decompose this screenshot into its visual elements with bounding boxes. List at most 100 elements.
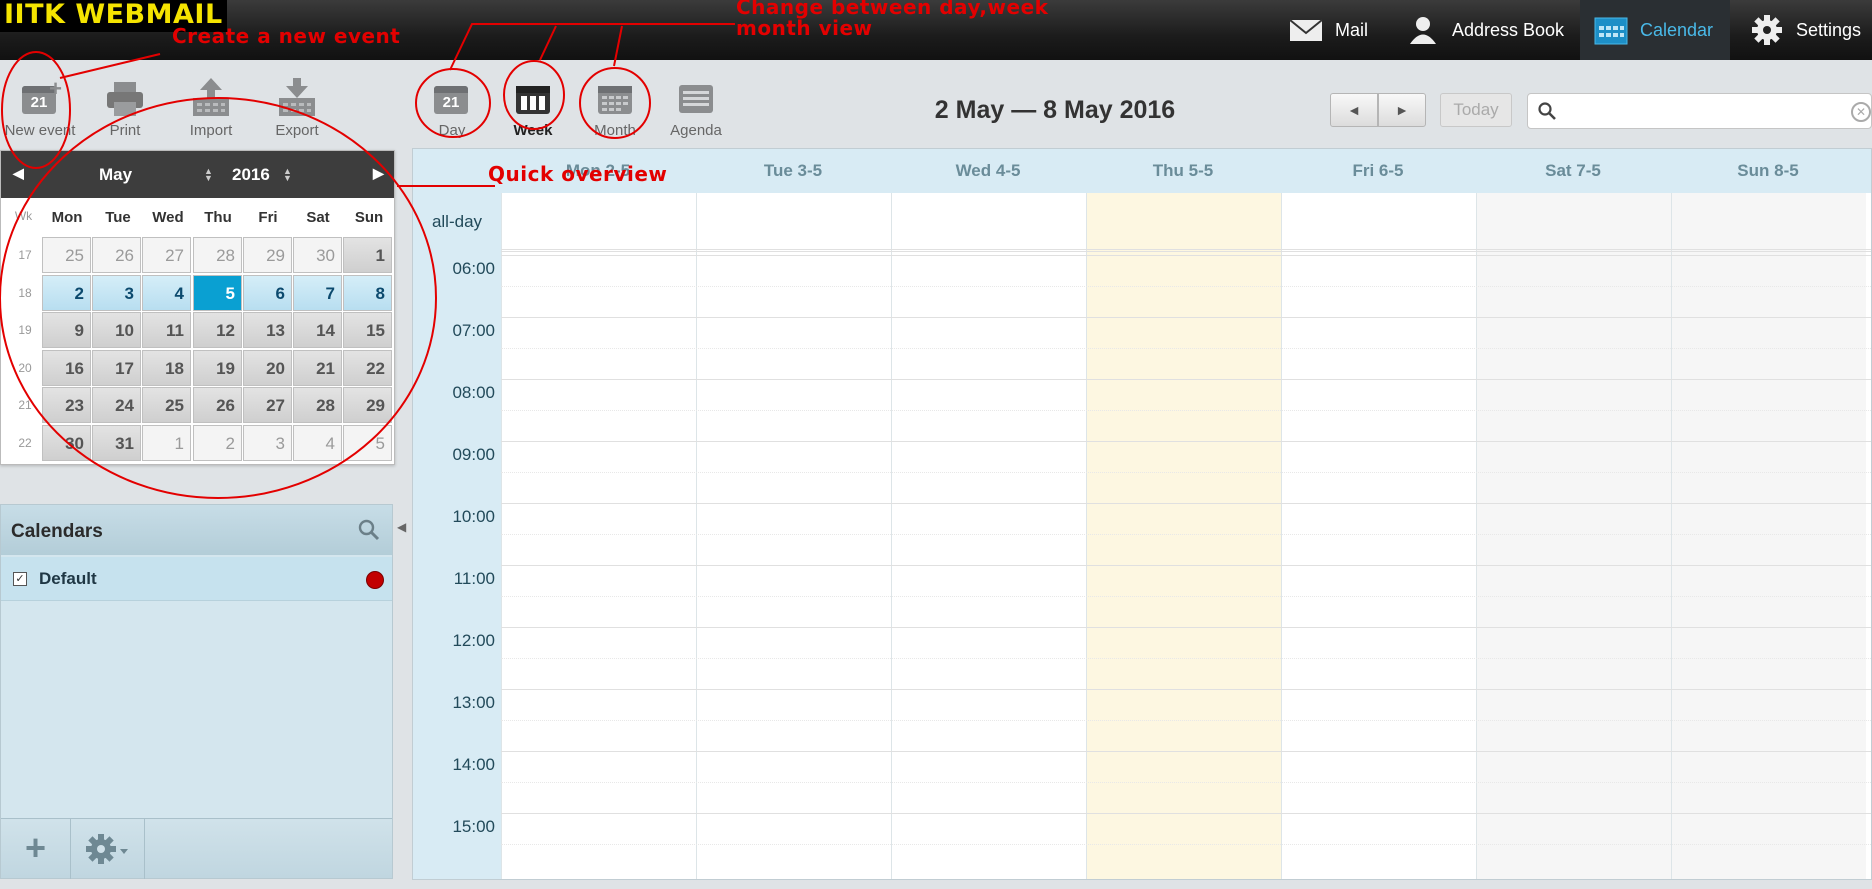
mini-calendar-day[interactable]: 5 [343, 425, 392, 461]
mini-calendar-day[interactable]: 28 [293, 387, 342, 424]
mini-calendar-day[interactable]: 1 [343, 237, 392, 273]
week-number: 20 [18, 360, 32, 375]
day-column[interactable] [1476, 193, 1671, 879]
previous-button[interactable]: ◄ [1330, 93, 1378, 127]
nav-calendar[interactable]: Calendar [1580, 0, 1730, 60]
mini-calendar-day[interactable]: 5 [193, 274, 242, 311]
day-header[interactable]: Sat 7-5 [1476, 161, 1670, 181]
day-column[interactable] [696, 193, 891, 879]
calendar-checkbox[interactable]: ✓ [13, 572, 27, 586]
day-column[interactable] [891, 193, 1086, 879]
mini-calendar-day[interactable]: 12 [193, 312, 242, 349]
calendar-name: Default [39, 569, 97, 588]
time-label: 08:00 [452, 383, 495, 402]
mini-calendar-day[interactable]: 16 [42, 349, 91, 386]
mini-calendar-day[interactable]: 26 [92, 237, 141, 273]
mini-calendar-day[interactable]: 4 [142, 274, 191, 311]
day-header[interactable]: Tue 3-5 [696, 161, 890, 181]
mini-calendar-day[interactable]: 19 [193, 349, 242, 386]
mini-calendar-day[interactable]: 18 [142, 349, 191, 386]
mini-year-select[interactable]: 2016 [232, 165, 270, 185]
collapse-sidebar-icon[interactable]: ◀ [397, 520, 409, 540]
mini-calendar-day[interactable]: 31 [92, 425, 141, 461]
mini-calendar-day[interactable]: 3 [92, 274, 141, 311]
mini-calendar-day[interactable]: 2 [193, 425, 242, 461]
mini-calendar-day[interactable]: 25 [42, 237, 91, 273]
grid-line [501, 249, 1871, 250]
mini-calendar-day[interactable]: 11 [142, 312, 191, 349]
day-column[interactable] [1086, 193, 1281, 879]
half-hour-line [501, 596, 1871, 597]
mini-calendar-day[interactable]: 27 [243, 387, 292, 424]
month-view-label: Month [594, 122, 636, 139]
mini-prev-month-icon[interactable]: ◀ [13, 165, 24, 182]
hour-line [501, 565, 1871, 566]
mini-calendar-day[interactable]: 6 [243, 274, 292, 311]
clear-search-icon[interactable]: ✕ [1851, 102, 1871, 122]
export-button[interactable]: Export [257, 78, 337, 139]
next-button[interactable]: ► [1378, 93, 1426, 127]
calendars-panel: Calendars ✓ Default + [0, 504, 393, 879]
mini-month-select[interactable]: May [99, 165, 132, 185]
day-header[interactable]: Thu 5-5 [1086, 161, 1280, 181]
day-header[interactable]: Wed 4-5 [891, 161, 1085, 181]
day-column[interactable] [1281, 193, 1476, 879]
hour-line [501, 689, 1871, 690]
month-view-icon [595, 78, 635, 118]
today-button[interactable]: Today [1440, 93, 1512, 127]
day-column[interactable] [1671, 193, 1866, 879]
day-view-button[interactable]: 21 Day [412, 78, 492, 139]
nav-address-book-label: Address Book [1452, 19, 1565, 40]
import-button[interactable]: Import [171, 78, 251, 139]
mini-calendar-day[interactable]: 7 [293, 274, 342, 311]
day-header[interactable]: Sun 8-5 [1671, 161, 1865, 181]
print-button[interactable]: Print [85, 78, 165, 139]
mini-calendar-day[interactable]: 20 [243, 349, 292, 386]
mini-calendar-day[interactable]: 30 [42, 425, 91, 461]
week-view-button[interactable]: Week [493, 78, 573, 139]
calendar-options-button[interactable] [71, 819, 145, 879]
search-icon[interactable] [358, 519, 380, 541]
mini-calendar-day[interactable]: 21 [293, 349, 342, 386]
week-number: 17 [18, 248, 32, 262]
agenda-view-button[interactable]: Agenda [656, 78, 736, 139]
mini-calendar-day[interactable]: 23 [42, 387, 91, 424]
dow-label: Sun [354, 209, 384, 226]
mini-calendar-day[interactable]: 27 [142, 237, 191, 273]
mini-calendar-day[interactable]: 26 [193, 387, 242, 424]
mini-calendar-day[interactable]: 4 [293, 425, 342, 461]
mini-calendar-day[interactable]: 25 [142, 387, 191, 424]
mini-calendar-day[interactable]: 15 [343, 312, 392, 349]
annotation-new-event: Create a new event [172, 24, 401, 48]
mini-calendar-day[interactable]: 17 [92, 349, 141, 386]
add-calendar-button[interactable]: + [1, 819, 71, 879]
month-view-button[interactable]: Month [575, 78, 655, 139]
mini-calendar-day[interactable]: 9 [42, 312, 91, 349]
search-input[interactable]: ✕ [1527, 93, 1872, 129]
new-event-button[interactable]: 21 + New event [0, 76, 80, 139]
calendar-item-default[interactable]: ✓ Default [1, 557, 392, 601]
mini-calendar-day[interactable]: 30 [293, 237, 342, 273]
mini-calendar-day[interactable]: 28 [193, 237, 242, 273]
mini-calendar-day[interactable]: 3 [243, 425, 292, 461]
mini-calendar-day[interactable]: 2 [42, 274, 91, 311]
mini-calendar-day[interactable]: 24 [92, 387, 141, 424]
mini-calendar-day[interactable]: 22 [343, 349, 392, 386]
day-header[interactable]: Fri 6-5 [1281, 161, 1475, 181]
day-column[interactable] [501, 193, 696, 879]
mini-calendar-day[interactable]: 1 [142, 425, 191, 461]
mini-next-month-icon[interactable]: ▶ [373, 165, 384, 182]
time-label: 14:00 [452, 755, 495, 774]
new-event-label: New event [4, 122, 76, 139]
month-spinner-icon: ▲ ▼ [204, 166, 213, 183]
nav-address-book[interactable]: Address Book [1392, 0, 1578, 60]
mini-calendar-day[interactable]: 29 [243, 237, 292, 273]
mini-calendar-day[interactable]: 10 [92, 312, 141, 349]
nav-mail[interactable]: Mail [1275, 0, 1382, 60]
mini-calendar-day[interactable]: 14 [293, 312, 342, 349]
nav-settings[interactable]: Settings [1736, 0, 1872, 60]
mini-calendar-day[interactable]: 29 [343, 387, 392, 424]
mini-calendar-day[interactable]: 8 [343, 274, 392, 311]
time-label: 06:00 [452, 259, 495, 278]
mini-calendar-day[interactable]: 13 [243, 312, 292, 349]
